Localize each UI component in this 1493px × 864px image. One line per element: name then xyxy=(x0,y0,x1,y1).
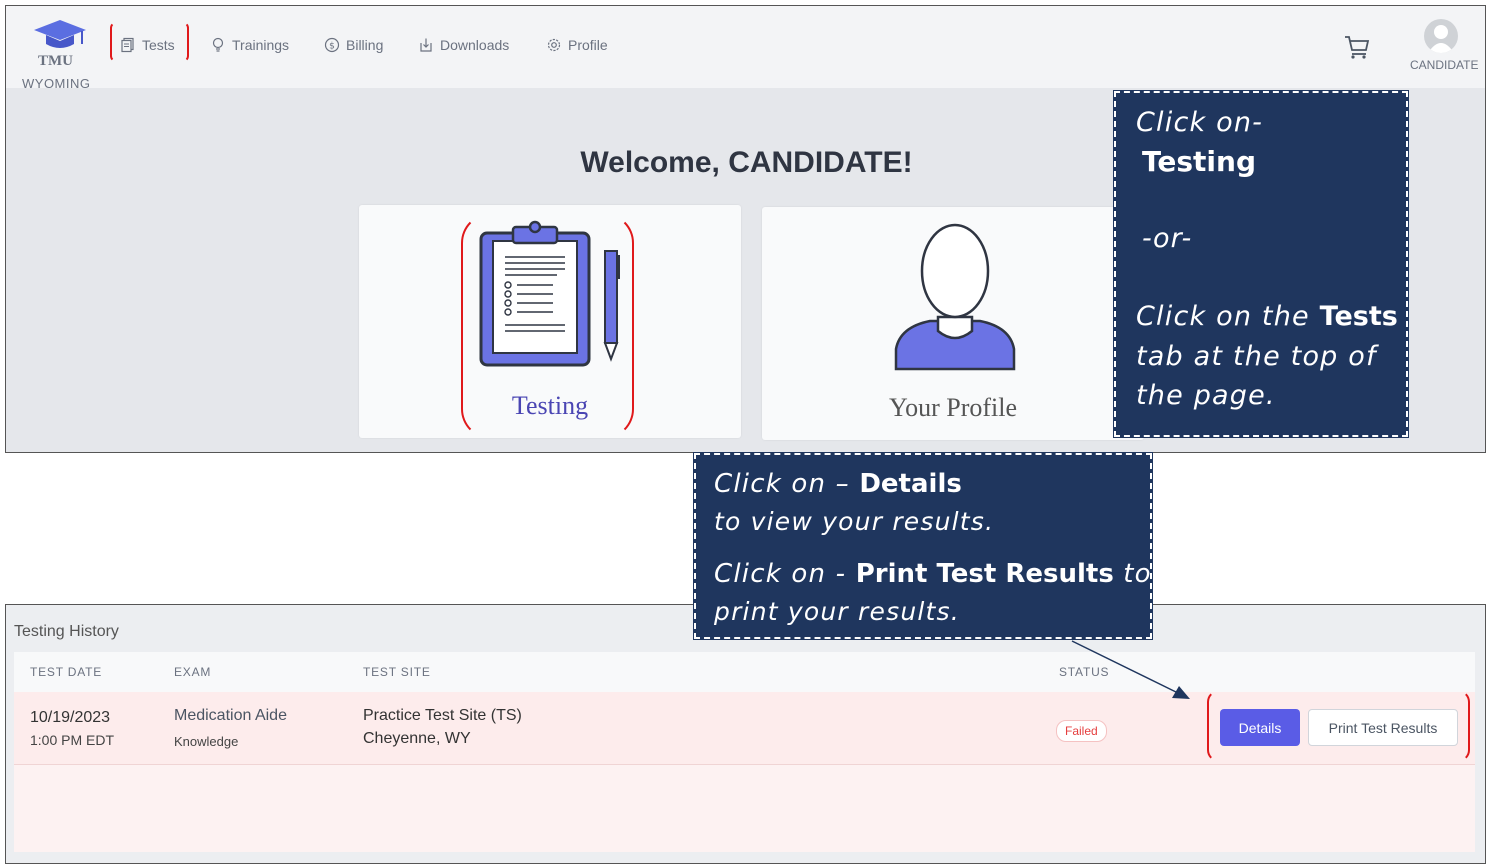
pointer-arrow-icon xyxy=(1071,640,1190,699)
